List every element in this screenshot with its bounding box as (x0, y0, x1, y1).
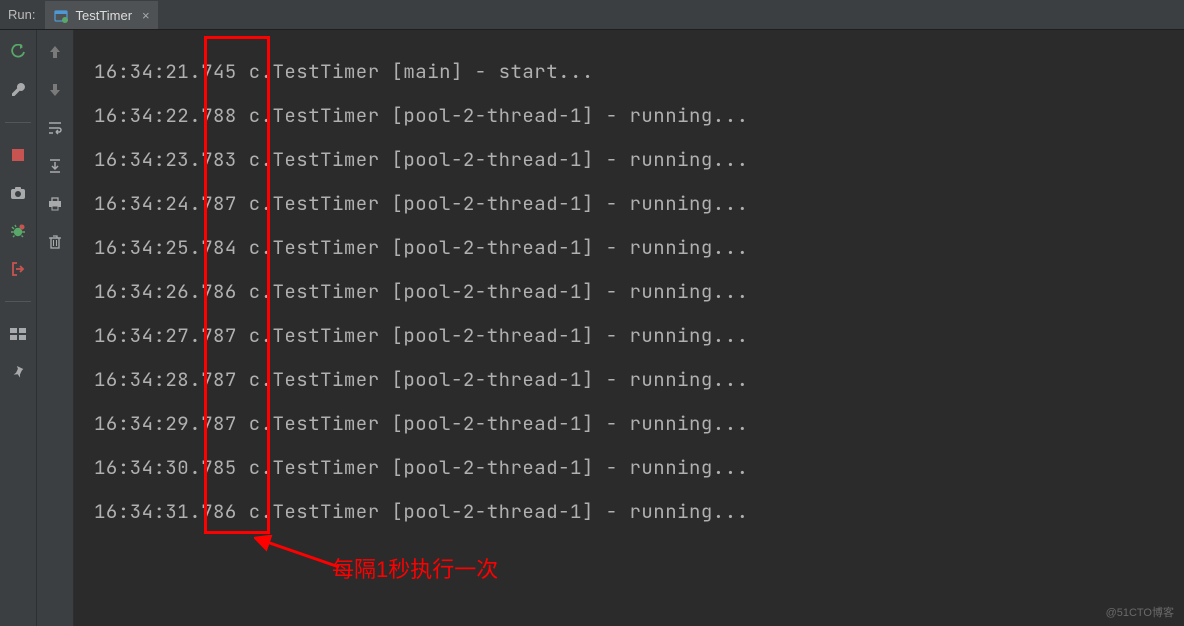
log-line: 16:34:28.787 c.TestTimer [pool-2-thread-… (94, 358, 1184, 402)
log-line: 16:34:24.787 c.TestTimer [pool-2-thread-… (94, 182, 1184, 226)
log-line: 16:34:27.787 c.TestTimer [pool-2-thread-… (94, 314, 1184, 358)
up-arrow-icon[interactable] (45, 42, 65, 62)
log-line: 16:34:21.745 c.TestTimer [main] - start.… (94, 50, 1184, 94)
trash-icon[interactable] (45, 232, 65, 252)
watermark: @51CTO博客 (1106, 604, 1174, 620)
run-toolwindow-header: Run: TestTimer × (0, 0, 1184, 30)
tab-title: TestTimer (75, 8, 132, 23)
main-area: 16:34:21.745 c.TestTimer [main] - start.… (0, 30, 1184, 626)
run-tab[interactable]: TestTimer × (45, 1, 157, 29)
scroll-end-icon[interactable] (45, 156, 65, 176)
print-icon[interactable] (45, 194, 65, 214)
log-line: 16:34:23.783 c.TestTimer [pool-2-thread-… (94, 138, 1184, 182)
log-line: 16:34:29.787 c.TestTimer [pool-2-thread-… (94, 402, 1184, 446)
console-output[interactable]: 16:34:21.745 c.TestTimer [main] - start.… (74, 30, 1184, 626)
soft-wrap-icon[interactable] (45, 118, 65, 138)
camera-icon[interactable] (8, 183, 28, 203)
pin-icon[interactable] (8, 362, 28, 382)
run-config-icon (53, 8, 69, 24)
close-icon[interactable]: × (142, 8, 150, 23)
left-action-gutter (0, 30, 37, 626)
console-action-gutter (37, 30, 74, 626)
exit-icon[interactable] (8, 259, 28, 279)
down-arrow-icon[interactable] (45, 80, 65, 100)
log-line: 16:34:26.786 c.TestTimer [pool-2-thread-… (94, 270, 1184, 314)
log-line: 16:34:31.786 c.TestTimer [pool-2-thread-… (94, 490, 1184, 534)
annotation-text: 每隔1秒执行一次 (332, 552, 498, 584)
separator (5, 301, 31, 302)
rerun-icon[interactable] (8, 42, 28, 62)
wrench-icon[interactable] (8, 80, 28, 100)
layout-icon[interactable] (8, 324, 28, 344)
annotation-arrow (254, 535, 344, 575)
stop-icon[interactable] (8, 145, 28, 165)
log-line: 16:34:25.784 c.TestTimer [pool-2-thread-… (94, 226, 1184, 270)
bug-icon[interactable] (8, 221, 28, 241)
log-line: 16:34:30.785 c.TestTimer [pool-2-thread-… (94, 446, 1184, 490)
run-label: Run: (0, 7, 45, 22)
log-line: 16:34:22.788 c.TestTimer [pool-2-thread-… (94, 94, 1184, 138)
separator (5, 122, 31, 123)
